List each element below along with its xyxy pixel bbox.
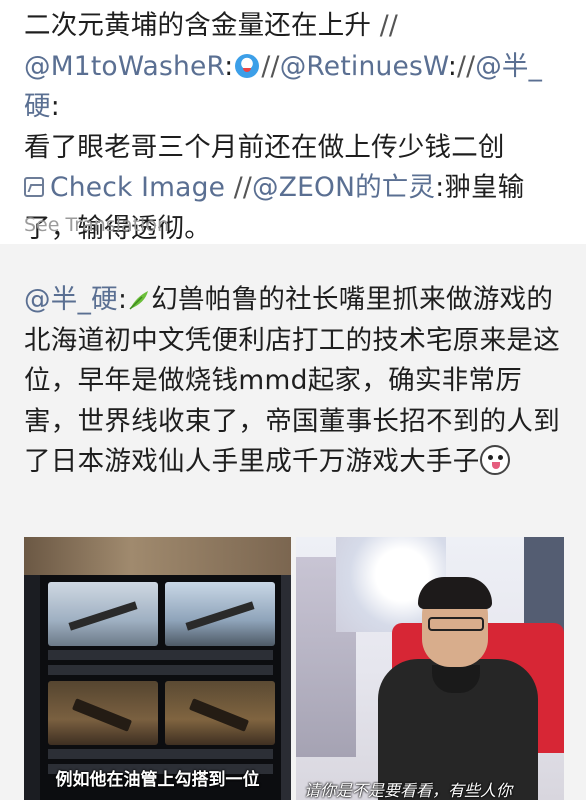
thumbnail-caption-bar <box>48 749 273 759</box>
original-post-text: @半_硬: 幻兽帕鲁的社长嘴里抓来做游戏的北海道初中文凭便利店打工的技术宅原来是这… <box>24 280 574 483</box>
see-translation-button[interactable]: See Translation <box>24 214 169 236</box>
colon: : <box>224 50 234 82</box>
colon: : <box>50 91 60 122</box>
post-text-segment: 二次元黄埔的含金量还在上升 <box>24 10 372 41</box>
weapon-thumbnail <box>165 681 275 745</box>
repost-separator: // <box>379 10 398 41</box>
post-image-interview[interactable]: 请你是不是要看看，有些人你 <box>296 537 564 800</box>
rifle-shape <box>71 698 133 732</box>
leaf-emoji-icon <box>129 291 149 310</box>
weapon-thumbnail <box>48 681 158 745</box>
cat-face-emoji-icon <box>235 53 260 78</box>
repost-separator: // <box>233 172 253 203</box>
mention-link[interactable]: @ZEON的亡灵 <box>252 172 435 203</box>
rifle-shape <box>185 601 255 631</box>
colon: : <box>447 50 457 82</box>
dog-face-emoji-icon <box>479 445 510 475</box>
colon: : <box>435 172 445 203</box>
quote-post-text: 二次元黄埔的含金量还在上升 // @M1toWasheR://@Retinues… <box>24 6 572 249</box>
weapon-thumbnail <box>48 582 158 646</box>
person-glasses <box>428 617 484 631</box>
person-hair <box>418 577 492 609</box>
video-subtitle: 例如他在油管上勾搭到一位 <box>55 770 260 790</box>
mention-link[interactable]: @半_硬 <box>24 284 118 315</box>
rifle-shape <box>188 698 250 732</box>
mention-link[interactable]: @RetinuesW <box>280 51 448 82</box>
check-image-link[interactable]: Check Image <box>24 172 225 203</box>
video-subtitle: 请你是不是要看看，有些人你 <box>304 781 513 800</box>
rifle-shape <box>68 601 138 631</box>
quote-post-card: 二次元黄埔的含金量还在上升 // @M1toWasheR://@Retinues… <box>0 0 586 244</box>
repost-separator: // <box>456 50 476 82</box>
thumbnail-caption-bar <box>48 650 273 660</box>
repost-separator: // <box>261 50 280 82</box>
mention-link[interactable]: @M1toWasheR <box>24 51 224 82</box>
check-image-label: Check Image <box>50 172 226 203</box>
background-window <box>524 537 564 637</box>
thumbnail-caption-bar <box>48 665 273 675</box>
image-banner <box>24 537 291 575</box>
weapon-thumbnail <box>165 582 275 646</box>
post-image-game-screenshot[interactable]: 例如他在油管上勾搭到一位 <box>24 537 291 800</box>
post-text-segment: 看了眼老哥三个月前还在做上传少钱二创 <box>24 131 505 163</box>
colon: : <box>117 284 128 315</box>
image-icon <box>24 177 44 197</box>
